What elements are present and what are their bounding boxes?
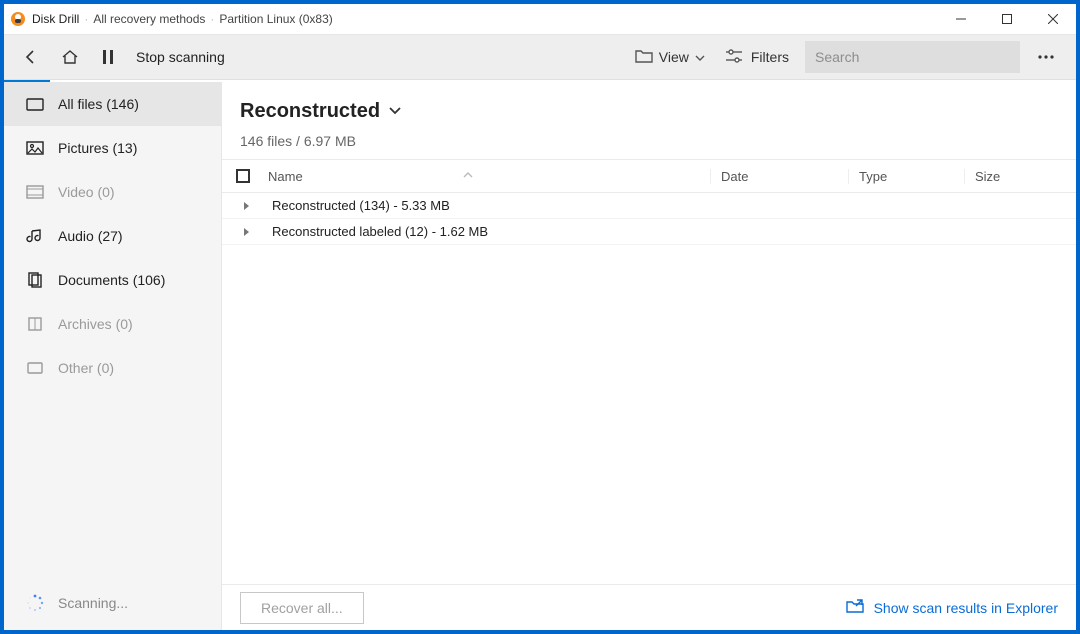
- other-icon: [26, 360, 44, 376]
- title-crumb-methods: All recovery methods: [93, 12, 205, 26]
- bottom-bar: Recover all... Show scan results in Expl…: [222, 584, 1076, 630]
- sidebar-item-label: Other (0): [58, 360, 114, 376]
- sidebar-item-label: Pictures (13): [58, 140, 137, 156]
- documents-icon: [26, 272, 44, 288]
- pictures-icon: [26, 140, 44, 156]
- row-label: Reconstructed labeled (12) - 1.62 MB: [256, 224, 488, 239]
- spinner-icon: [26, 594, 44, 612]
- show-in-explorer-label: Show scan results in Explorer: [874, 600, 1058, 616]
- column-date[interactable]: Date: [710, 169, 848, 184]
- chevron-down-icon: [695, 49, 705, 65]
- disclosure-triangle-icon[interactable]: [236, 201, 256, 211]
- view-dropdown[interactable]: View: [625, 34, 715, 80]
- sidebar-item-label: Audio (27): [58, 228, 123, 244]
- chevron-down-icon[interactable]: [388, 104, 402, 119]
- disclosure-triangle-icon[interactable]: [236, 227, 256, 237]
- sidebar-item-archives[interactable]: Archives (0): [4, 302, 221, 346]
- table-row[interactable]: Reconstructed labeled (12) - 1.62 MB: [222, 219, 1076, 245]
- show-in-explorer-link[interactable]: Show scan results in Explorer: [846, 598, 1058, 617]
- sliders-icon: [725, 48, 743, 67]
- archives-icon: [26, 316, 44, 332]
- audio-icon: [26, 228, 44, 244]
- sidebar-item-label: Archives (0): [58, 316, 133, 332]
- filters-label: Filters: [751, 49, 789, 65]
- select-all-checkbox[interactable]: [236, 169, 250, 183]
- table-row[interactable]: Reconstructed (134) - 5.33 MB: [222, 193, 1076, 219]
- title-sep1: ·: [79, 12, 93, 26]
- search-input[interactable]: [805, 41, 1020, 73]
- title-crumb-partition: Partition Linux (0x83): [219, 12, 332, 26]
- column-size[interactable]: Size: [964, 169, 1076, 184]
- filters-button[interactable]: Filters: [715, 34, 799, 80]
- scan-status-label: Scanning...: [58, 595, 128, 611]
- home-button[interactable]: [50, 34, 90, 80]
- sidebar-item-label: Video (0): [58, 184, 115, 200]
- toolbar: Stop scanning View Filters: [4, 34, 1076, 80]
- folder-view-icon: [635, 48, 653, 67]
- row-label: Reconstructed (134) - 5.33 MB: [256, 198, 450, 213]
- video-icon: [26, 184, 44, 200]
- window-maximize-button[interactable]: [984, 4, 1030, 34]
- sidebar-item-other[interactable]: Other (0): [4, 346, 221, 390]
- stop-scanning-button[interactable]: Stop scanning: [126, 34, 235, 80]
- page-title: Reconstructed: [240, 100, 380, 123]
- window-close-button[interactable]: [1030, 4, 1076, 34]
- column-type[interactable]: Type: [848, 169, 964, 184]
- column-name[interactable]: Name: [264, 169, 710, 184]
- folder-icon: [26, 96, 44, 112]
- sidebar-item-pictures[interactable]: Pictures (13): [4, 126, 221, 170]
- pause-button[interactable]: [90, 34, 126, 80]
- sidebar-item-label: Documents (106): [58, 272, 165, 288]
- back-button[interactable]: [10, 34, 50, 80]
- sidebar-item-video[interactable]: Video (0): [4, 170, 221, 214]
- app-icon: [10, 11, 26, 27]
- page-subtitle: 146 files / 6.97 MB: [240, 133, 1058, 149]
- more-menu-button[interactable]: [1026, 34, 1066, 80]
- title-app-name: Disk Drill: [32, 12, 79, 26]
- sidebar-item-documents[interactable]: Documents (106): [4, 258, 221, 302]
- window-minimize-button[interactable]: [938, 4, 984, 34]
- main-content: Reconstructed 146 files / 6.97 MB Name: [222, 82, 1076, 630]
- open-external-icon: [846, 598, 864, 617]
- stop-scanning-label: Stop scanning: [136, 49, 225, 65]
- titlebar: Disk Drill · All recovery methods · Part…: [4, 4, 1076, 34]
- recover-all-button[interactable]: Recover all...: [240, 592, 364, 624]
- scan-status: Scanning...: [4, 576, 221, 630]
- view-label: View: [659, 49, 689, 65]
- table-header: Name Date Type Size: [222, 159, 1076, 193]
- sidebar: All files (146) Pictures (13) Video (0) Aud…: [4, 82, 222, 630]
- sort-caret-up-icon: [463, 171, 473, 182]
- sidebar-item-all-files[interactable]: All files (146): [4, 82, 221, 126]
- title-sep2: ·: [205, 12, 219, 26]
- sidebar-item-audio[interactable]: Audio (27): [4, 214, 221, 258]
- sidebar-item-label: All files (146): [58, 96, 139, 112]
